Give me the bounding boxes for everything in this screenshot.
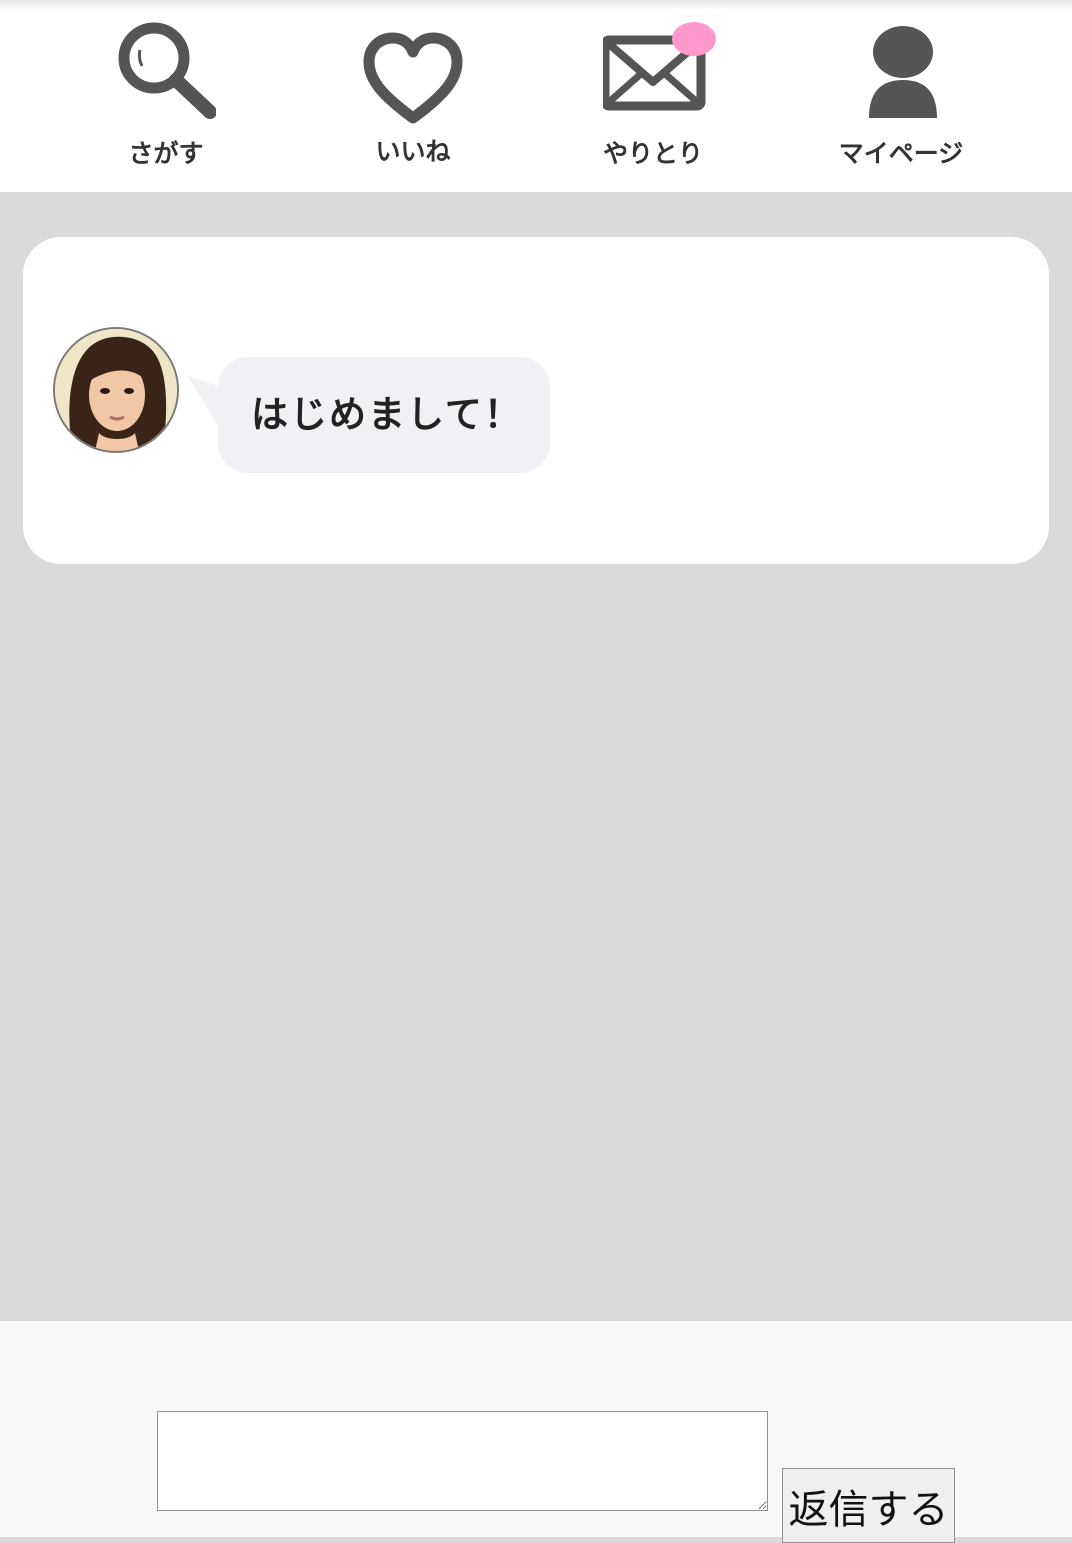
avatar[interactable] — [53, 327, 179, 453]
message-bubble: はじめまして！ — [218, 357, 550, 473]
nav-item-likes[interactable]: いいね — [313, 18, 513, 178]
nav-item-messages[interactable]: やりとり — [553, 18, 753, 178]
nav-label-messages: やりとり — [602, 139, 703, 168]
user-icon — [869, 26, 937, 118]
avatar-portrait — [55, 329, 177, 451]
search-icon — [118, 22, 216, 119]
notification-badge — [672, 22, 716, 56]
navbar-shadow — [0, 0, 1072, 10]
top-navigation: さがす いいね やりとり マイページ — [0, 0, 1072, 192]
reply-input[interactable] — [157, 1411, 768, 1511]
nav-label-likes: いいね — [375, 137, 451, 166]
reply-button[interactable]: 返信する — [782, 1468, 955, 1543]
mail-icon — [603, 22, 716, 111]
nav-label-mypage: マイページ — [838, 139, 964, 168]
heart-icon — [363, 32, 463, 124]
nav-label-search: さがす — [128, 139, 204, 168]
nav-item-mypage[interactable]: マイページ — [801, 18, 1001, 178]
nav-item-search[interactable]: さがす — [66, 18, 266, 178]
